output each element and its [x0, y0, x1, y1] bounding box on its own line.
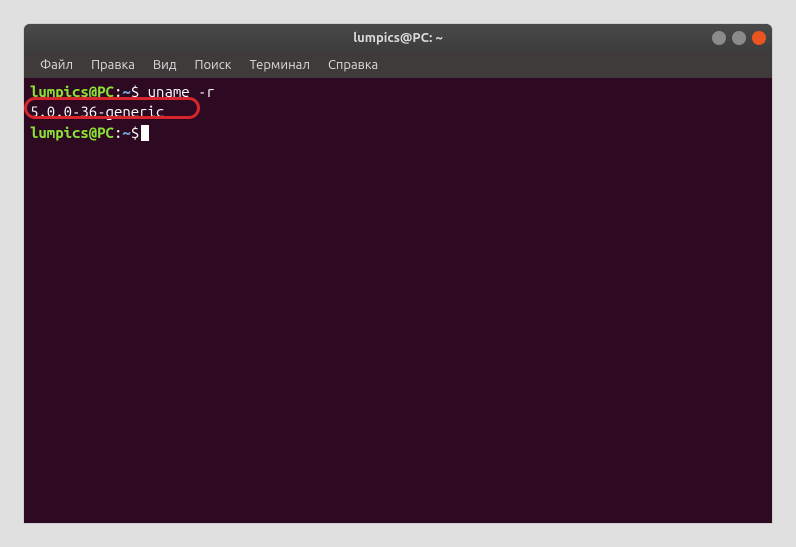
command-text: uname -r — [148, 83, 215, 100]
menubar: Файл Правка Вид Поиск Терминал Справка — [24, 52, 772, 78]
menu-file[interactable]: Файл — [32, 55, 81, 75]
minimize-button[interactable] — [712, 31, 726, 45]
command-output: 5.0.0-36-generic — [30, 103, 164, 120]
menu-terminal[interactable]: Терминал — [241, 55, 317, 75]
terminal-window: lumpics@PC: ~ Файл Правка Вид Поиск Терм… — [24, 24, 772, 523]
prompt-sep2: $ — [131, 124, 139, 141]
menu-search[interactable]: Поиск — [186, 55, 239, 75]
terminal-line-2: 5.0.0-36-generic — [30, 102, 766, 122]
terminal-line-1: lumpics@PC:~$ uname -r — [30, 82, 766, 102]
prompt-sep2: $ — [131, 83, 139, 100]
terminal-body[interactable]: lumpics@PC:~$ uname -r 5.0.0-36-generic … — [24, 78, 772, 523]
titlebar[interactable]: lumpics@PC: ~ — [24, 24, 772, 52]
terminal-line-3: lumpics@PC:~$ — [30, 123, 766, 143]
window-title: lumpics@PC: ~ — [353, 31, 443, 45]
prompt-path: ~ — [122, 83, 130, 100]
menu-view[interactable]: Вид — [145, 55, 185, 75]
maximize-button[interactable] — [732, 31, 746, 45]
close-button[interactable] — [752, 31, 766, 45]
menu-help[interactable]: Справка — [320, 55, 386, 75]
cursor — [141, 125, 149, 141]
window-controls — [712, 31, 766, 45]
prompt-user: lumpics@PC — [30, 83, 114, 100]
prompt-user: lumpics@PC — [30, 124, 114, 141]
menu-edit[interactable]: Правка — [83, 55, 143, 75]
prompt-path: ~ — [122, 124, 130, 141]
